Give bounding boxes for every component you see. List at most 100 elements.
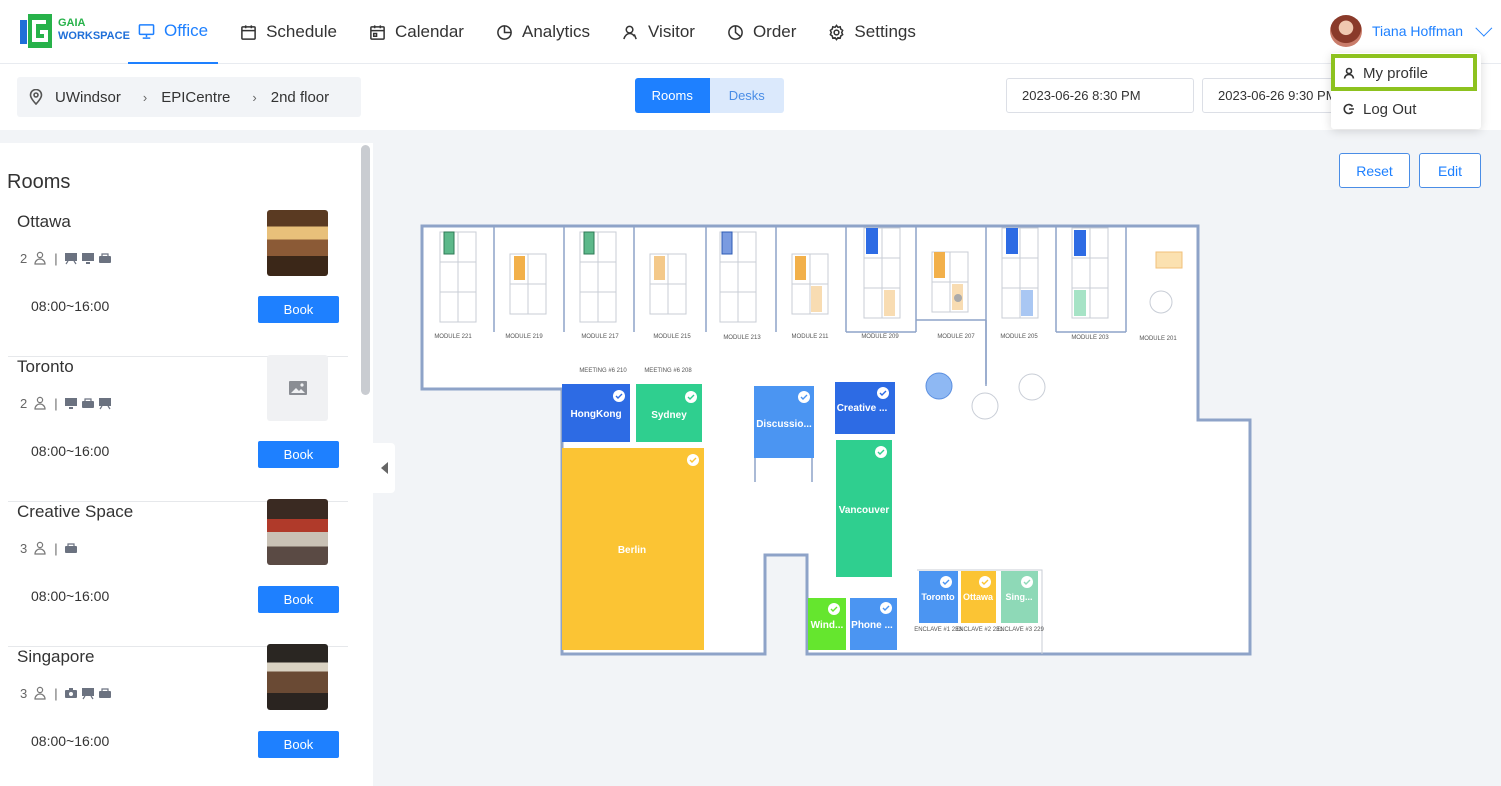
meta-divider: | [54, 395, 58, 411]
meta-divider: | [54, 250, 58, 266]
rooms-panel: Rooms Ottawa 2 | 08:00~16:00 Book Toront… [0, 143, 373, 786]
room-name: Singapore [17, 647, 95, 666]
room-label: Creative ... [837, 403, 888, 414]
visitor-icon [623, 25, 637, 39]
menu-item-my-profile[interactable]: My profile [1331, 55, 1481, 91]
room-toronto[interactable]: Toronto [919, 571, 958, 623]
gear-icon [829, 23, 844, 41]
reset-button[interactable]: Reset [1339, 153, 1410, 188]
start-date-input[interactable]: 2023-06-26 8:30 PM [1006, 78, 1194, 113]
person-icon [34, 396, 46, 410]
module-label: MODULE 217 [581, 334, 619, 340]
logo-line1: GAIA [58, 17, 86, 29]
breadcrumb-floor[interactable]: 2nd floor [271, 89, 329, 106]
conference-phone-icon [81, 398, 94, 408]
room-name: Ottawa [17, 212, 71, 231]
room-meta: 3 | [20, 540, 81, 556]
nav-visitor[interactable]: Visitor [612, 0, 705, 64]
meeting-label: MEETING #6 208 [644, 368, 692, 374]
nav-office[interactable]: Office [128, 0, 219, 64]
filter-bar: UWindsor › EPICentre › 2nd floor Rooms D… [0, 64, 1501, 130]
book-button[interactable]: Book [258, 296, 339, 323]
room-card-ottawa: Ottawa 2 | 08:00~16:00 Book [8, 210, 348, 357]
room-ottawa[interactable]: Ottawa [961, 571, 996, 623]
room-label: Toronto [921, 592, 955, 602]
meta-divider: | [54, 540, 58, 556]
room-capacity: 2 [20, 395, 28, 411]
logout-icon [1343, 103, 1354, 115]
pie-chart-icon [497, 24, 512, 40]
room-windsor[interactable]: Wind... [808, 598, 846, 650]
room-meta: 2 | [20, 250, 115, 266]
nav-settings[interactable]: Settings [818, 0, 925, 64]
room-sydney[interactable]: Sydney [636, 384, 702, 442]
room-creative-space[interactable]: Creative ... [835, 382, 895, 434]
conference-phone-icon [98, 253, 111, 263]
module-label: MODULE 213 [723, 335, 761, 341]
chevron-left-icon [380, 462, 388, 474]
conference-phone-icon [98, 688, 111, 698]
conference-phone-icon [64, 543, 77, 553]
room-hours: 08:00~16:00 [31, 298, 110, 314]
room-meta: 2 | [20, 395, 115, 411]
display-icon [64, 398, 77, 409]
nav-calendar[interactable]: Calendar [359, 0, 474, 64]
edit-button[interactable]: Edit [1419, 153, 1481, 188]
room-label: Berlin [618, 545, 646, 556]
book-button[interactable]: Book [258, 731, 339, 758]
module-label: MODULE 203 [1071, 335, 1109, 341]
avatar[interactable] [1330, 15, 1362, 47]
room-label: Sydney [651, 410, 687, 421]
room-berlin[interactable]: Berlin [562, 448, 704, 650]
toggle-rooms[interactable]: Rooms [635, 78, 710, 113]
gaia-logo[interactable]: GAIA WORKSPACE [18, 12, 130, 50]
room-photo [267, 499, 328, 565]
location-pin-icon [29, 89, 43, 105]
person-icon [34, 251, 46, 265]
room-label: Vancouver [839, 505, 890, 516]
meta-divider: | [54, 685, 58, 701]
breadcrumb-site[interactable]: UWindsor [55, 89, 121, 106]
nav-office-label: Office [164, 21, 209, 40]
module-label: MODULE 207 [937, 334, 975, 340]
collapse-panel-button[interactable] [373, 443, 395, 493]
room-photo-placeholder [267, 355, 328, 421]
whiteboard-icon [98, 398, 111, 410]
user-menu[interactable]: Tiana Hoffman [1330, 14, 1493, 48]
module-label: MODULE 209 [861, 334, 899, 340]
toggle-desks[interactable]: Desks [709, 78, 784, 113]
image-placeholder-icon [288, 381, 307, 395]
room-phone[interactable]: Phone ... [850, 598, 897, 650]
chevron-down-icon[interactable] [1475, 19, 1493, 37]
logo-text: GAIA WORKSPACE [58, 17, 130, 43]
book-button[interactable]: Book [258, 441, 339, 468]
nav-analytics[interactable]: Analytics [486, 0, 600, 64]
breadcrumb-separator-icon: › [252, 89, 257, 105]
room-hours: 08:00~16:00 [31, 588, 110, 604]
rooms-panel-scrollbar[interactable] [361, 145, 370, 395]
whiteboard-icon [64, 253, 77, 265]
room-vancouver[interactable]: Vancouver [836, 440, 892, 577]
nav-calendar-label: Calendar [394, 22, 464, 41]
book-button[interactable]: Book [258, 586, 339, 613]
nav-order[interactable]: Order [717, 0, 806, 64]
nav-schedule-label: Schedule [266, 22, 337, 41]
nav-schedule[interactable]: Schedule [230, 0, 347, 64]
rooms-panel-title: Rooms [7, 171, 71, 193]
whiteboard-icon [81, 688, 94, 700]
room-meta: 3 | [20, 685, 115, 701]
end-date-input[interactable]: 2023-06-26 9:30 PM [1202, 78, 1342, 113]
logo-line2: WORKSPACE [58, 30, 130, 42]
room-capacity: 2 [20, 250, 28, 266]
room-singapore[interactable]: Sing... [1001, 571, 1038, 623]
room-hours: 08:00~16:00 [31, 443, 110, 459]
module-label: MODULE 215 [653, 334, 691, 340]
breadcrumb: UWindsor › EPICentre › 2nd floor [17, 77, 361, 117]
nav-order-label: Order [752, 22, 797, 41]
breadcrumb-building[interactable]: EPICentre [161, 89, 230, 106]
user-name[interactable]: Tiana Hoffman [1372, 23, 1463, 39]
menu-item-log-out[interactable]: Log Out [1331, 91, 1481, 127]
room-card-singapore: Singapore 3 | 08:00~16:00 Book [8, 644, 348, 786]
module-label: MODULE 205 [1000, 334, 1038, 340]
room-hongkong[interactable]: HongKong [562, 384, 630, 442]
